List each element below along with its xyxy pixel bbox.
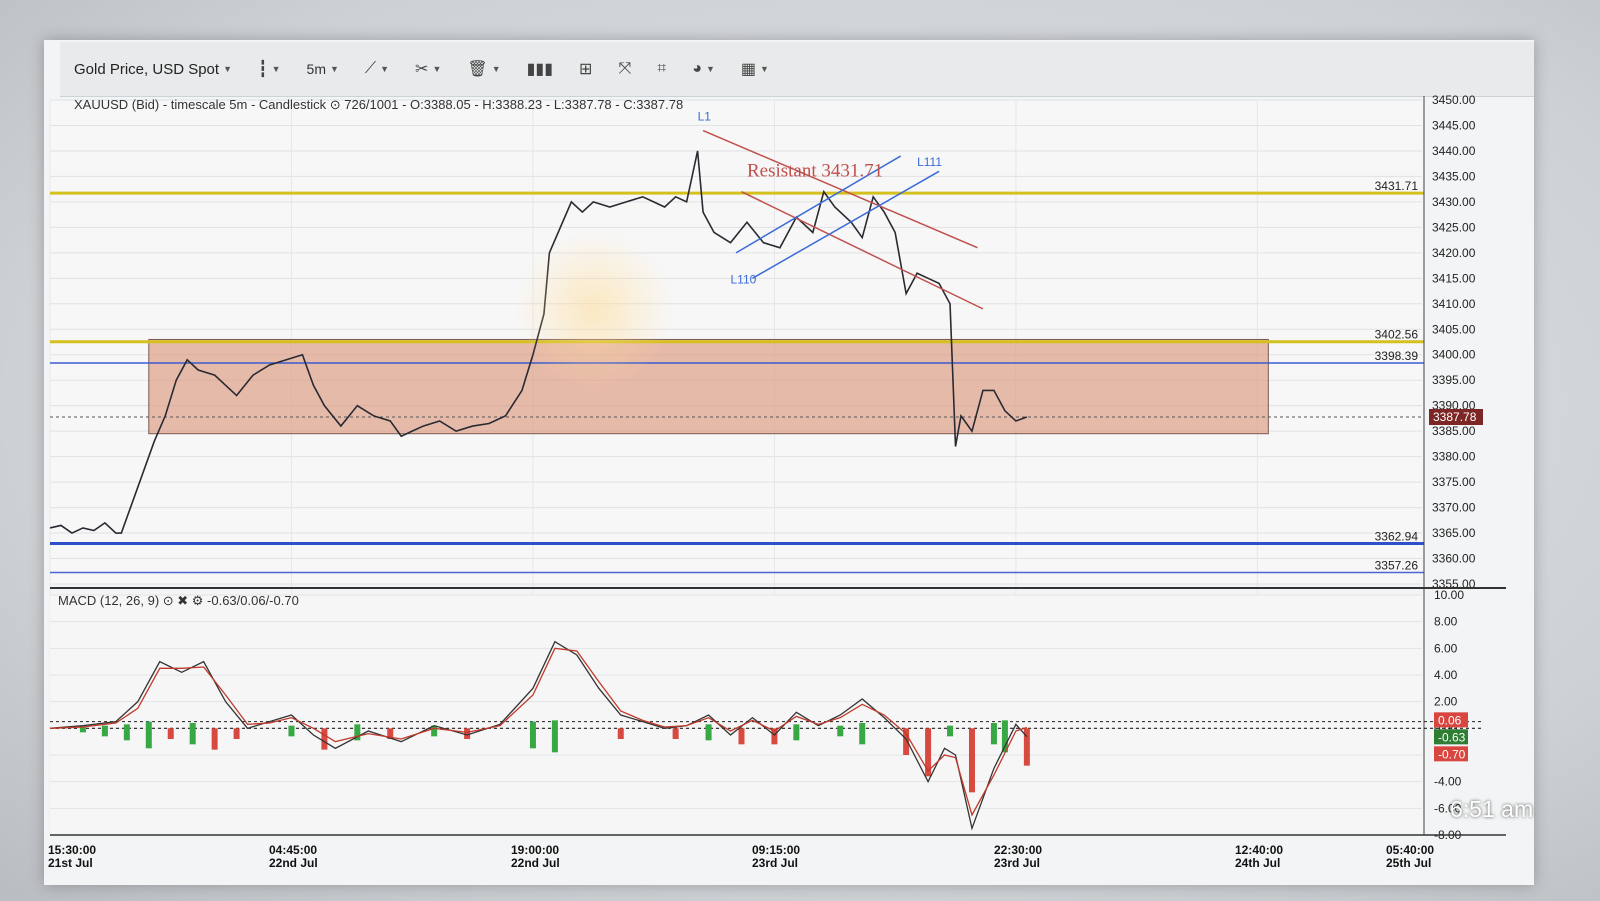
macd-title: MACD (12, 26, 9) ⊙ ✖ ⚙ -0.63/0.06/-0.70 [58,593,299,608]
y-tick-label: 3450.00 [1432,93,1476,107]
macd-histogram-bar [321,728,328,750]
macd-histogram-bar [705,724,712,741]
trend-line-label: L111 [917,155,942,169]
y-tick-label: -4.00 [1434,775,1462,789]
y-tick-label: 3420.00 [1432,246,1476,260]
x-tick-date: 22nd Jul [511,856,560,870]
macd-histogram-bar [859,723,866,745]
time-axis: 15:30:00 21st Jul 04:45:00 22nd Jul 19:00:00… [46,844,1506,884]
chart-window: Gold Price, USD Spot ▼ ┇ ▼ 5m ▼ ⟋ ▼ ✂ ▼ 🗑 ▼ ▮… [44,40,1534,885]
y-tick-label: 4.00 [1434,668,1458,682]
macd-histogram-bar [123,724,130,741]
clock-overlay: 6:51 am [1450,796,1534,822]
y-tick-label: 3400.00 [1432,348,1476,362]
macd-histogram-bar [968,728,975,793]
x-tick-label: 15:30:00 21st Jul [48,843,97,870]
macd-value-tag-label: -0.70 [1438,747,1466,761]
y-tick-label: 3445.00 [1432,118,1476,132]
macd-histogram-bar [551,720,558,753]
y-tick-label: 3425.00 [1432,220,1476,234]
macd-histogram-bar [101,725,108,737]
x-tick-label: 04:45:00 22nd Jul [269,843,318,870]
macd-histogram-bar [189,723,196,745]
y-tick-label: 3370.00 [1432,501,1476,515]
x-tick-date: 25th Jul [1386,856,1432,870]
y-tick-label: 2.00 [1434,695,1458,709]
x-tick-date: 22nd Jul [269,856,318,870]
level-label: 3431.71 [1375,179,1419,193]
x-tick-date: 21st Jul [48,856,93,870]
y-tick-label: 8.00 [1434,615,1458,629]
macd-histogram-bar [167,728,174,739]
y-tick-label: 3430.00 [1432,195,1476,209]
chart-canvas[interactable]: 3355.003360.003365.003370.003375.003380.… [44,40,1534,885]
macd-histogram-bar [79,727,86,733]
chart-header-info: XAUUSD (Bid) - timescale 5m - Candlestic… [74,97,683,112]
level-label: 3362.94 [1375,530,1419,544]
y-tick-label: 3405.00 [1432,322,1476,336]
macd-histogram-bar [529,721,536,749]
macd-histogram-bar [233,728,240,739]
macd-value-tag-label: 0.06 [1438,713,1462,727]
y-tick-label: 6.00 [1434,641,1458,655]
y-tick-label: 3375.00 [1432,475,1476,489]
macd-histogram-bar [145,721,152,749]
y-tick-label: 3435.00 [1432,169,1476,183]
x-tick-label: 12:40:00 24th Jul [1235,843,1284,870]
macd-value-tag-label: -0.63 [1438,730,1466,744]
macd-histogram-bar [837,725,844,737]
level-label: 3398.39 [1375,349,1419,363]
x-tick-date: 24th Jul [1235,856,1281,870]
x-tick-label: 09:15:00 23rd Jul [752,843,801,870]
trend-line-label: L110 [731,272,757,286]
macd-histogram-bar [672,728,679,739]
y-tick-label: 3415.00 [1432,271,1476,285]
y-tick-label: 3395.00 [1432,373,1476,387]
macd-histogram-bar [211,728,218,750]
y-tick-label: 3440.00 [1432,144,1476,158]
y-tick-label: 3410.00 [1432,297,1476,311]
trend-line-label: L1 [698,109,712,123]
level-label: 3402.56 [1375,328,1419,342]
y-tick-label: 3385.00 [1432,424,1476,438]
x-tick-label: 22:30:00 23rd Jul [994,843,1043,870]
y-tick-label: 3380.00 [1432,450,1476,464]
macd-histogram-bar [617,728,624,739]
x-tick-date: 23rd Jul [752,856,799,870]
macd-histogram-bar [738,728,745,745]
y-tick-label: 3365.00 [1432,526,1476,540]
macd-histogram-bar [793,724,800,741]
resistance-label: Resistant 3431.71 [747,160,883,181]
x-tick-label: 19:00:00 22nd Jul [511,843,560,870]
last-price-tag-label: 3387.78 [1433,410,1477,424]
macd-histogram-bar [288,725,295,737]
y-tick-label: 3360.00 [1432,552,1476,566]
level-label: 3357.26 [1375,558,1419,572]
macd-panel [50,595,1422,835]
macd-histogram-bar [990,723,997,745]
macd-histogram-bar [947,725,954,737]
x-tick-label: 05:40:00 25th Jul [1386,843,1435,870]
y-tick-label: 10.00 [1434,588,1464,602]
supply-zone [148,338,1269,435]
x-tick-date: 23rd Jul [994,856,1041,870]
